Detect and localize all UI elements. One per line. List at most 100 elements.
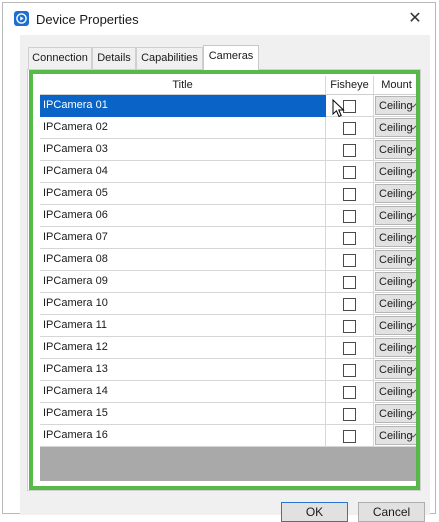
mount-type-cell: Ceiling xyxy=(374,95,420,117)
table-row[interactable]: IPCamera 05 Ceiling xyxy=(40,183,420,205)
fisheye-cell xyxy=(326,271,374,293)
fisheye-cell xyxy=(326,117,374,139)
table-row[interactable]: IPCamera 15 Ceiling xyxy=(40,403,420,425)
fisheye-checkbox[interactable] xyxy=(343,188,356,201)
chevron-down-icon[interactable] xyxy=(408,339,418,356)
mount-type-dropdown[interactable]: Ceiling xyxy=(375,184,419,203)
camera-title-cell[interactable]: IPCamera 14 xyxy=(40,381,326,403)
mount-type-cell: Ceiling xyxy=(374,117,420,139)
camera-title-cell[interactable]: IPCamera 10 xyxy=(40,293,326,315)
fisheye-checkbox[interactable] xyxy=(343,430,356,443)
fisheye-cell xyxy=(326,293,374,315)
close-button[interactable]: ✕ xyxy=(401,7,429,31)
column-header-fisheye[interactable]: Fisheye xyxy=(326,76,374,95)
tab-capabilities[interactable]: Capabilities xyxy=(136,47,203,69)
fisheye-checkbox[interactable] xyxy=(343,232,356,245)
mount-type-dropdown[interactable]: Ceiling xyxy=(375,118,419,137)
mouse-pointer-icon xyxy=(332,99,345,118)
table-row[interactable]: IPCamera 12 Ceiling xyxy=(40,337,420,359)
table-row[interactable]: IPCamera 14 Ceiling xyxy=(40,381,420,403)
camera-title-cell[interactable]: IPCamera 15 xyxy=(40,403,326,425)
mount-type-dropdown[interactable]: Ceiling xyxy=(375,360,419,379)
camera-title-cell[interactable]: IPCamera 02 xyxy=(40,117,326,139)
table-row[interactable]: IPCamera 09 Ceiling xyxy=(40,271,420,293)
fisheye-cell xyxy=(326,161,374,183)
tab-details[interactable]: Details xyxy=(92,47,136,69)
mount-type-dropdown[interactable]: Ceiling xyxy=(375,140,419,159)
device-properties-window: Device Properties ✕ Connection Details C… xyxy=(2,2,436,522)
camera-title-cell[interactable]: IPCamera 01 xyxy=(40,95,326,117)
tab-connection[interactable]: Connection xyxy=(28,47,92,69)
camera-title-cell[interactable]: IPCamera 09 xyxy=(40,271,326,293)
fisheye-checkbox[interactable] xyxy=(343,408,356,421)
table-row[interactable]: IPCamera 04 Ceiling xyxy=(40,161,420,183)
fisheye-cell xyxy=(326,139,374,161)
camera-title-cell[interactable]: IPCamera 04 xyxy=(40,161,326,183)
column-header-mount-type[interactable]: Mount Type xyxy=(374,76,420,110)
chevron-down-icon[interactable] xyxy=(408,251,418,268)
table-row[interactable]: IPCamera 01 Ceiling xyxy=(40,95,420,117)
table-row[interactable]: IPCamera 06 Ceiling xyxy=(40,205,420,227)
fisheye-checkbox[interactable] xyxy=(343,254,356,267)
chevron-down-icon[interactable] xyxy=(408,317,418,334)
mount-type-cell: Ceiling xyxy=(374,227,420,249)
column-header-title[interactable]: Title xyxy=(40,76,326,95)
camera-title-cell[interactable]: IPCamera 05 xyxy=(40,183,326,205)
fisheye-checkbox[interactable] xyxy=(343,210,356,223)
mount-type-dropdown[interactable]: Ceiling xyxy=(375,382,419,401)
chevron-down-icon[interactable] xyxy=(408,295,418,312)
fisheye-checkbox[interactable] xyxy=(343,276,356,289)
chevron-down-icon[interactable] xyxy=(408,273,418,290)
mount-type-dropdown[interactable]: Ceiling xyxy=(375,206,419,225)
mount-type-cell: Ceiling xyxy=(374,205,420,227)
mount-type-dropdown[interactable]: Ceiling xyxy=(375,272,419,291)
cancel-button[interactable]: Cancel xyxy=(358,502,425,522)
fisheye-checkbox[interactable] xyxy=(343,144,356,157)
camera-title-cell[interactable]: IPCamera 08 xyxy=(40,249,326,271)
camera-title-cell[interactable]: IPCamera 03 xyxy=(40,139,326,161)
mount-type-dropdown[interactable]: Ceiling xyxy=(375,426,419,445)
chevron-down-icon[interactable] xyxy=(408,141,418,158)
table-row[interactable]: IPCamera 11 Ceiling xyxy=(40,315,420,337)
fisheye-checkbox[interactable] xyxy=(343,386,356,399)
fisheye-checkbox[interactable] xyxy=(343,298,356,311)
table-row[interactable]: IPCamera 02 Ceiling xyxy=(40,117,420,139)
chevron-down-icon[interactable] xyxy=(408,427,418,444)
chevron-down-icon[interactable] xyxy=(408,119,418,136)
fisheye-checkbox[interactable] xyxy=(343,342,356,355)
chevron-down-icon[interactable] xyxy=(408,383,418,400)
camera-title-cell[interactable]: IPCamera 06 xyxy=(40,205,326,227)
mount-type-dropdown[interactable]: Ceiling xyxy=(375,294,419,313)
mount-type-dropdown[interactable]: Ceiling xyxy=(375,316,419,335)
chevron-down-icon[interactable] xyxy=(408,185,418,202)
camera-title-cell[interactable]: IPCamera 11 xyxy=(40,315,326,337)
fisheye-checkbox[interactable] xyxy=(343,122,356,135)
fisheye-checkbox[interactable] xyxy=(343,166,356,179)
chevron-down-icon[interactable] xyxy=(408,207,418,224)
camera-title-cell[interactable]: IPCamera 13 xyxy=(40,359,326,381)
chevron-down-icon[interactable] xyxy=(408,361,418,378)
table-row[interactable]: IPCamera 07 Ceiling xyxy=(40,227,420,249)
mount-type-dropdown[interactable]: Ceiling xyxy=(375,162,419,181)
mount-type-dropdown[interactable]: Ceiling xyxy=(375,404,419,423)
table-row[interactable]: IPCamera 16 Ceiling xyxy=(40,425,420,447)
chevron-down-icon[interactable] xyxy=(408,405,418,422)
chevron-down-icon[interactable] xyxy=(408,229,418,246)
tab-cameras[interactable]: Cameras xyxy=(203,45,259,70)
mount-type-dropdown[interactable]: Ceiling xyxy=(375,96,419,115)
table-row[interactable]: IPCamera 10 Ceiling xyxy=(40,293,420,315)
camera-title-cell[interactable]: IPCamera 12 xyxy=(40,337,326,359)
mount-type-dropdown[interactable]: Ceiling xyxy=(375,338,419,357)
table-row[interactable]: IPCamera 08 Ceiling xyxy=(40,249,420,271)
chevron-down-icon[interactable] xyxy=(408,163,418,180)
camera-title-cell[interactable]: IPCamera 07 xyxy=(40,227,326,249)
table-row[interactable]: IPCamera 03 Ceiling xyxy=(40,139,420,161)
camera-title-cell[interactable]: IPCamera 16 xyxy=(40,425,326,447)
table-row[interactable]: IPCamera 13 Ceiling xyxy=(40,359,420,381)
ok-button[interactable]: OK xyxy=(281,502,348,522)
fisheye-checkbox[interactable] xyxy=(343,320,356,333)
fisheye-checkbox[interactable] xyxy=(343,364,356,377)
mount-type-dropdown[interactable]: Ceiling xyxy=(375,250,419,269)
mount-type-dropdown[interactable]: Ceiling xyxy=(375,228,419,247)
chevron-down-icon[interactable] xyxy=(408,97,418,114)
